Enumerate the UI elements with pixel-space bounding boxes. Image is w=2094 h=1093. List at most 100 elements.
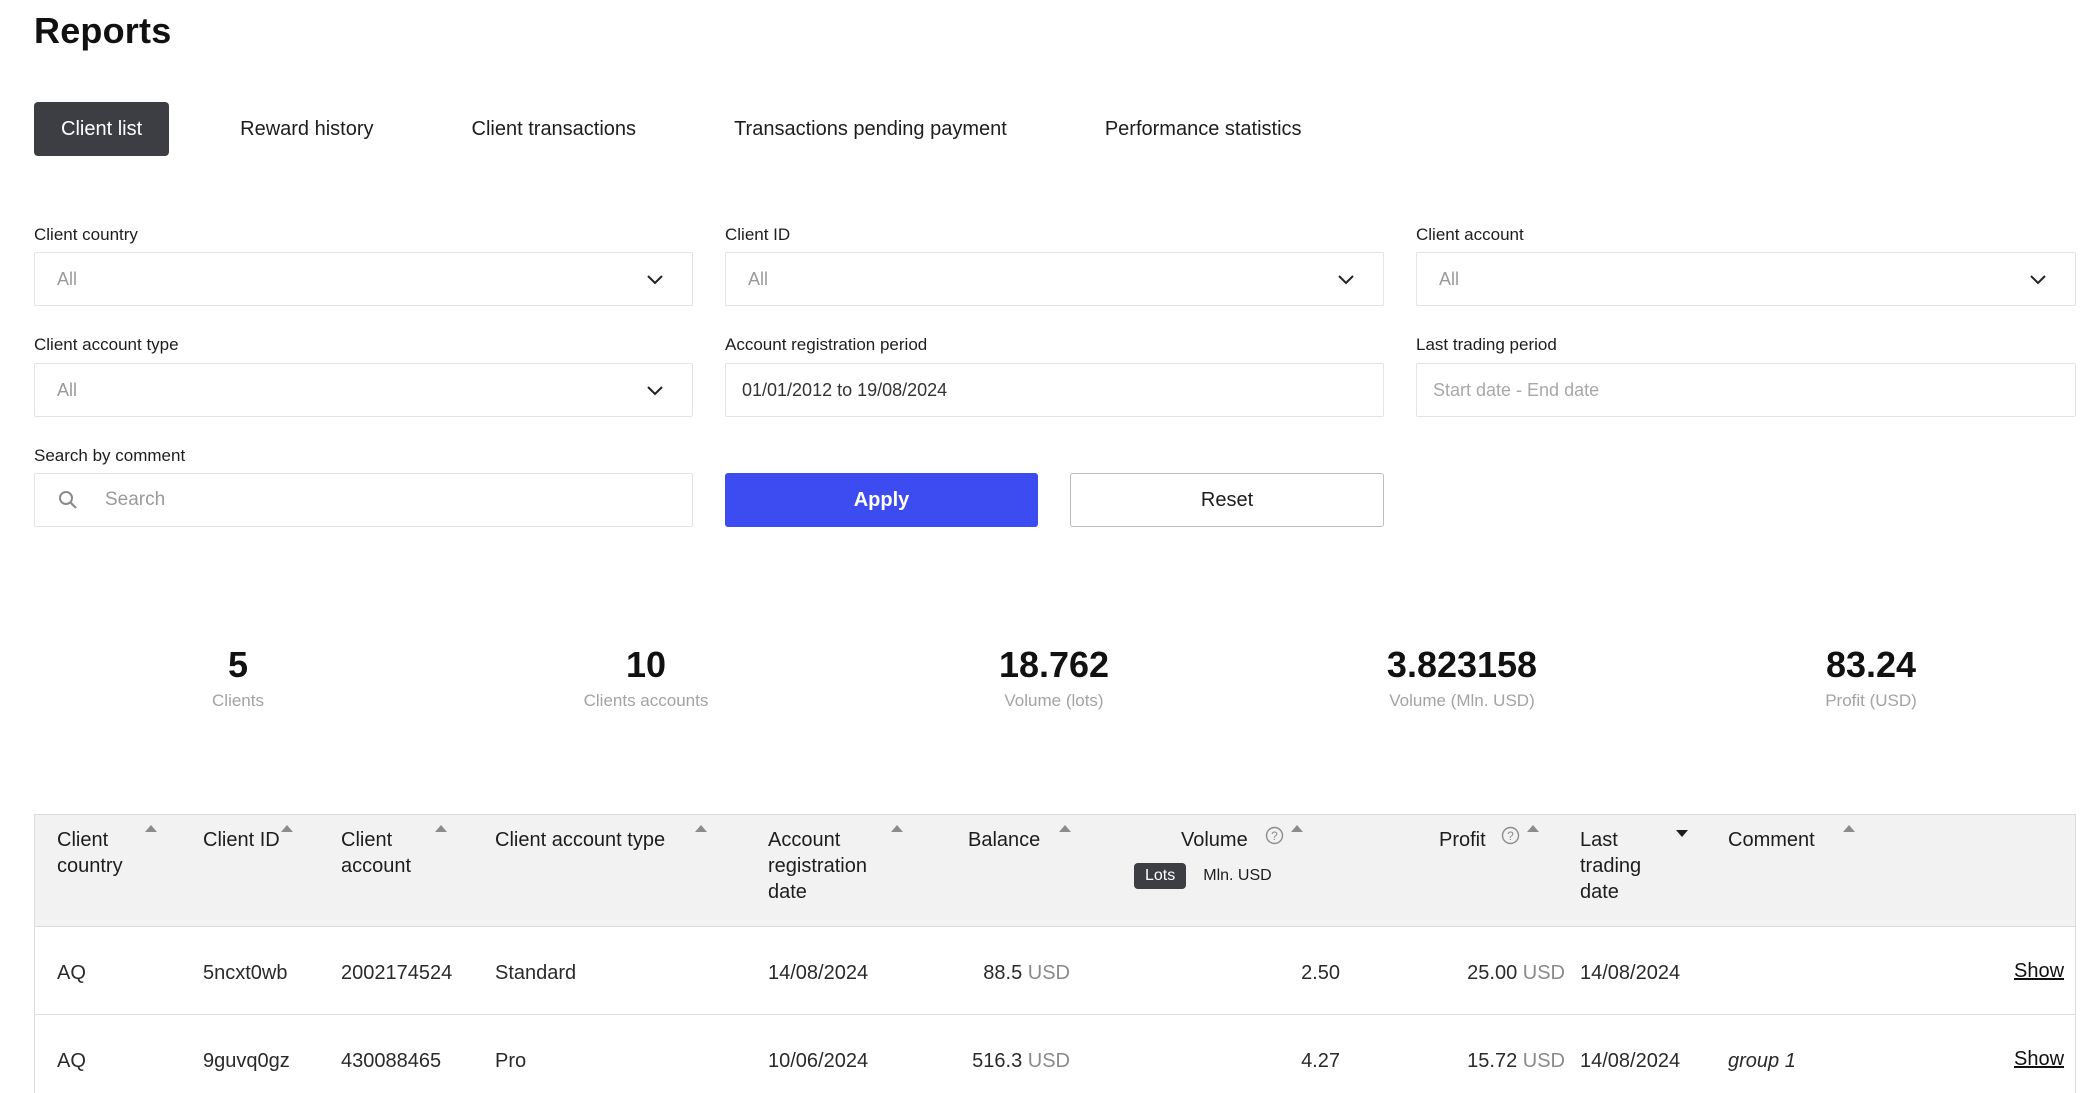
page-title: Reports — [34, 10, 172, 51]
col-comment: Comment — [1728, 829, 1815, 851]
balance-currency: USD — [1027, 1050, 1070, 1072]
search-comment-input[interactable]: Search — [34, 473, 693, 527]
client-country-value: All — [57, 269, 78, 289]
sort-asc-icon[interactable] — [891, 825, 903, 832]
chevron-down-icon — [647, 386, 663, 396]
cell-client-id: 9guvq0gz — [203, 1050, 290, 1072]
cell-volume: 2.50 — [1301, 962, 1340, 984]
chevron-down-icon — [1338, 275, 1354, 285]
cell-registration-date: 10/06/2024 — [768, 1050, 869, 1072]
col-client-id: Client ID — [203, 829, 280, 851]
cell-balance: 88.5 USD — [935, 960, 1070, 986]
stat-value: 18.762 — [998, 644, 1110, 685]
reset-button[interactable]: Reset — [1070, 473, 1384, 527]
col-balance: Balance — [968, 829, 1041, 851]
search-icon — [59, 491, 77, 509]
profit-value: 15.72 — [1467, 1050, 1518, 1072]
last-trading-period-input[interactable]: Start date - End date — [1416, 363, 2076, 417]
balance-value: 88.5 — [983, 962, 1023, 984]
client-account-type-label: Client account type — [34, 335, 179, 354]
cell-volume: 4.27 — [1301, 1050, 1340, 1072]
search-comment-label: Search by comment — [34, 446, 186, 465]
sort-asc-icon[interactable] — [145, 825, 157, 832]
sort-asc-icon[interactable] — [1843, 825, 1855, 832]
show-link[interactable]: Show — [2014, 1048, 2064, 1071]
client-table: Client country Client ID Client account … — [34, 814, 2076, 1093]
cell-last-trading-date: 14/08/2024 — [1580, 1050, 1681, 1072]
client-country-label: Client country — [34, 225, 138, 244]
client-account-label: Client account — [1416, 225, 1524, 244]
cell-last-trading-date: 14/08/2024 — [1580, 962, 1681, 984]
sort-desc-icon[interactable] — [1676, 830, 1688, 837]
tab-client-transactions[interactable]: Client transactions — [445, 102, 664, 156]
sort-asc-icon[interactable] — [1291, 825, 1303, 832]
cell-client-account: 430088465 — [341, 1050, 442, 1072]
volume-unit-toggle: Lots Mln. USD — [1134, 863, 1289, 889]
tab-client-list[interactable]: Client list — [34, 102, 170, 156]
col-client-account: Client account — [341, 829, 412, 877]
stat-label: Volume (Mln. USD) — [1389, 691, 1535, 710]
cell-account-type: Standard — [495, 962, 577, 984]
stat-value: 5 — [227, 644, 249, 685]
profit-value: 25.00 — [1467, 962, 1518, 984]
tab-reward-history[interactable]: Reward history — [213, 102, 400, 156]
cell-account-type: Pro — [495, 1050, 527, 1072]
cell-comment: group 1 — [1728, 1050, 1796, 1072]
client-id-label: Client ID — [725, 225, 791, 244]
help-icon[interactable]: ? — [1265, 826, 1284, 845]
report-tabs: Client list Reward history Client transa… — [34, 102, 1373, 156]
table-row: AQ 5ncxt0wb 2002174524 Standard 14/08/20… — [35, 927, 2075, 1015]
client-account-type-select[interactable]: All — [34, 363, 693, 417]
apply-button[interactable]: Apply — [725, 473, 1038, 527]
stat-value: 10 — [625, 644, 667, 685]
profit-currency: USD — [1522, 962, 1565, 984]
cell-profit: 15.72 USD — [1405, 1048, 1565, 1074]
stat-label: Volume (lots) — [1004, 691, 1104, 710]
stat-value: 83.24 — [1825, 644, 1917, 685]
balance-currency: USD — [1027, 962, 1070, 984]
client-id-value: All — [748, 269, 769, 289]
table-row: AQ 9guvq0gz 430088465 Pro 10/06/2024 516… — [35, 1015, 2075, 1093]
svg-text:?: ? — [1271, 829, 1278, 843]
sort-asc-icon[interactable] — [435, 825, 447, 832]
col-last-trading-date: Last trading date — [1580, 829, 1642, 903]
help-icon[interactable]: ? — [1501, 826, 1520, 845]
table-header: Client country Client ID Client account … — [35, 815, 2075, 927]
search-placeholder: Search — [105, 489, 166, 510]
tab-performance-statistics[interactable]: Performance statistics — [1078, 102, 1329, 156]
cell-client-id: 5ncxt0wb — [203, 962, 288, 984]
cell-country: AQ — [57, 962, 86, 984]
sort-asc-icon[interactable] — [1059, 825, 1071, 832]
sort-asc-icon[interactable] — [695, 825, 707, 832]
sort-asc-icon[interactable] — [281, 825, 293, 832]
cell-profit: 25.00 USD — [1405, 960, 1565, 986]
cell-balance: 516.3 USD — [935, 1048, 1070, 1074]
stat-clients: 5 Clients — [88, 640, 388, 711]
unit-mln-usd-option[interactable]: Mln. USD — [1192, 863, 1282, 889]
stat-profit-usd: 83.24 Profit (USD) — [1721, 640, 2021, 711]
balance-value: 516.3 — [972, 1050, 1023, 1072]
client-country-select[interactable]: All — [34, 252, 693, 306]
stat-volume-lots: 18.762 Volume (lots) — [904, 640, 1204, 711]
stat-label: Profit (USD) — [1825, 691, 1917, 710]
client-id-select[interactable]: All — [725, 252, 1384, 306]
col-client-country: Client country — [57, 829, 123, 877]
client-account-type-value: All — [57, 380, 78, 400]
cell-country: AQ — [57, 1050, 86, 1072]
col-profit: Profit — [1439, 829, 1486, 851]
stat-volume-mln-usd: 3.823158 Volume (Mln. USD) — [1312, 640, 1612, 711]
tab-transactions-pending-payment[interactable]: Transactions pending payment — [707, 102, 1034, 156]
stat-value: 3.823158 — [1386, 644, 1538, 685]
col-client-account-type: Client account type — [495, 829, 666, 851]
col-volume: Volume — [1181, 829, 1248, 851]
chevron-down-icon — [2030, 275, 2046, 285]
unit-lots-option[interactable]: Lots — [1134, 863, 1187, 889]
client-account-select[interactable]: All — [1416, 252, 2076, 306]
sort-asc-icon[interactable] — [1527, 825, 1539, 832]
stat-label: Clients — [212, 691, 264, 710]
col-registration-date: Account registration date — [768, 829, 867, 903]
stat-client-accounts: 10 Clients accounts — [496, 640, 796, 711]
chevron-down-icon — [647, 275, 663, 285]
registration-period-input[interactable]: 01/01/2012 to 19/08/2024 — [725, 363, 1384, 417]
show-link[interactable]: Show — [2014, 960, 2064, 983]
